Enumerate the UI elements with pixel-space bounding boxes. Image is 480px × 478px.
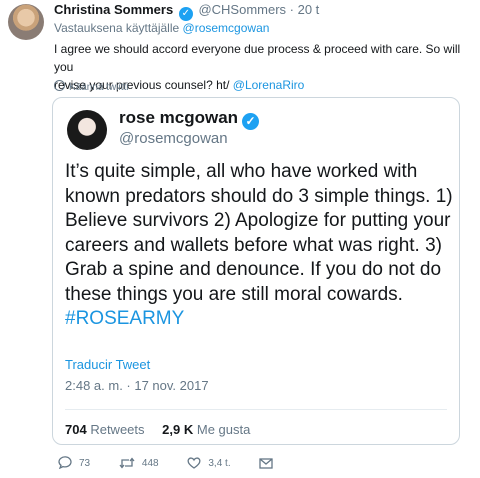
quoted-timestamp[interactable]: 2:48 a. m. · 17 nov. 2017 bbox=[65, 378, 209, 393]
author-handle[interactable]: @CHSommers bbox=[198, 2, 286, 17]
retweet-count: 448 bbox=[141, 458, 159, 469]
verified-badge-icon: ✓ bbox=[178, 7, 193, 21]
quoted-body: It’s quite simple, all who have worked w… bbox=[65, 161, 453, 305]
quoted-stats: 704 Retweets 2,9 K Me gusta bbox=[65, 422, 264, 437]
retweet-button[interactable]: 448 bbox=[119, 457, 159, 469]
translate-label: Käännä twiitti bbox=[69, 82, 129, 93]
globe-icon bbox=[54, 80, 65, 91]
quoted-author-handle[interactable]: @rosemcgowan bbox=[119, 130, 228, 147]
reply-handle-link[interactable]: @rosemcgowan bbox=[183, 21, 270, 35]
reply-context: Vastauksena käyttäjälle @rosemcgowan bbox=[54, 21, 269, 35]
retweet-icon bbox=[119, 457, 135, 469]
hashtag-link[interactable]: #ROSEARMY bbox=[65, 308, 184, 329]
author-avatar[interactable] bbox=[8, 4, 44, 40]
mention-link[interactable]: @LorenaRiro bbox=[233, 78, 305, 92]
tweet: Christina Sommers ✓ @CHSommers · 20 t Va… bbox=[0, 0, 480, 478]
like-button[interactable]: 3,4 t. bbox=[187, 457, 231, 469]
reply-button[interactable]: 73 bbox=[58, 456, 90, 469]
retweets-count[interactable]: 704 bbox=[65, 422, 87, 437]
verified-badge-icon: ✓ bbox=[242, 113, 260, 130]
tweet-text-line1: I agree we should accord everyone due pr… bbox=[54, 42, 461, 74]
tweet-header: Christina Sommers ✓ @CHSommers · 20 t bbox=[54, 2, 319, 21]
retweets-label[interactable]: Retweets bbox=[90, 422, 144, 437]
action-bar: 73 448 3,4 t. bbox=[58, 456, 306, 469]
reply-prefix: Vastauksena käyttäjälle bbox=[54, 21, 180, 35]
author-name[interactable]: Christina Sommers bbox=[54, 2, 173, 17]
tweet-time[interactable]: · 20 t bbox=[290, 2, 320, 17]
quoted-tweet-text: It’s quite simple, all who have worked w… bbox=[65, 160, 455, 332]
quoted-author-name-row: rose mcgowan ✓ bbox=[119, 108, 260, 130]
quoted-tweet-card[interactable]: rose mcgowan ✓ @rosemcgowan It’s quite si… bbox=[52, 97, 460, 445]
message-button[interactable] bbox=[259, 458, 280, 469]
like-count: 3,4 t. bbox=[208, 458, 231, 469]
divider bbox=[65, 409, 447, 410]
translate-tweet-link[interactable]: Käännä twiitti bbox=[54, 80, 128, 93]
reply-count: 73 bbox=[79, 458, 91, 469]
heart-icon bbox=[187, 457, 201, 469]
quoted-translate-link[interactable]: Traducir Tweet bbox=[65, 357, 150, 372]
likes-count[interactable]: 2,9 K bbox=[162, 422, 193, 437]
quoted-author-avatar[interactable] bbox=[67, 110, 107, 150]
envelope-icon bbox=[259, 458, 274, 469]
reply-icon bbox=[58, 456, 72, 469]
likes-label[interactable]: Me gusta bbox=[197, 422, 250, 437]
quoted-author-name[interactable]: rose mcgowan bbox=[119, 108, 238, 127]
